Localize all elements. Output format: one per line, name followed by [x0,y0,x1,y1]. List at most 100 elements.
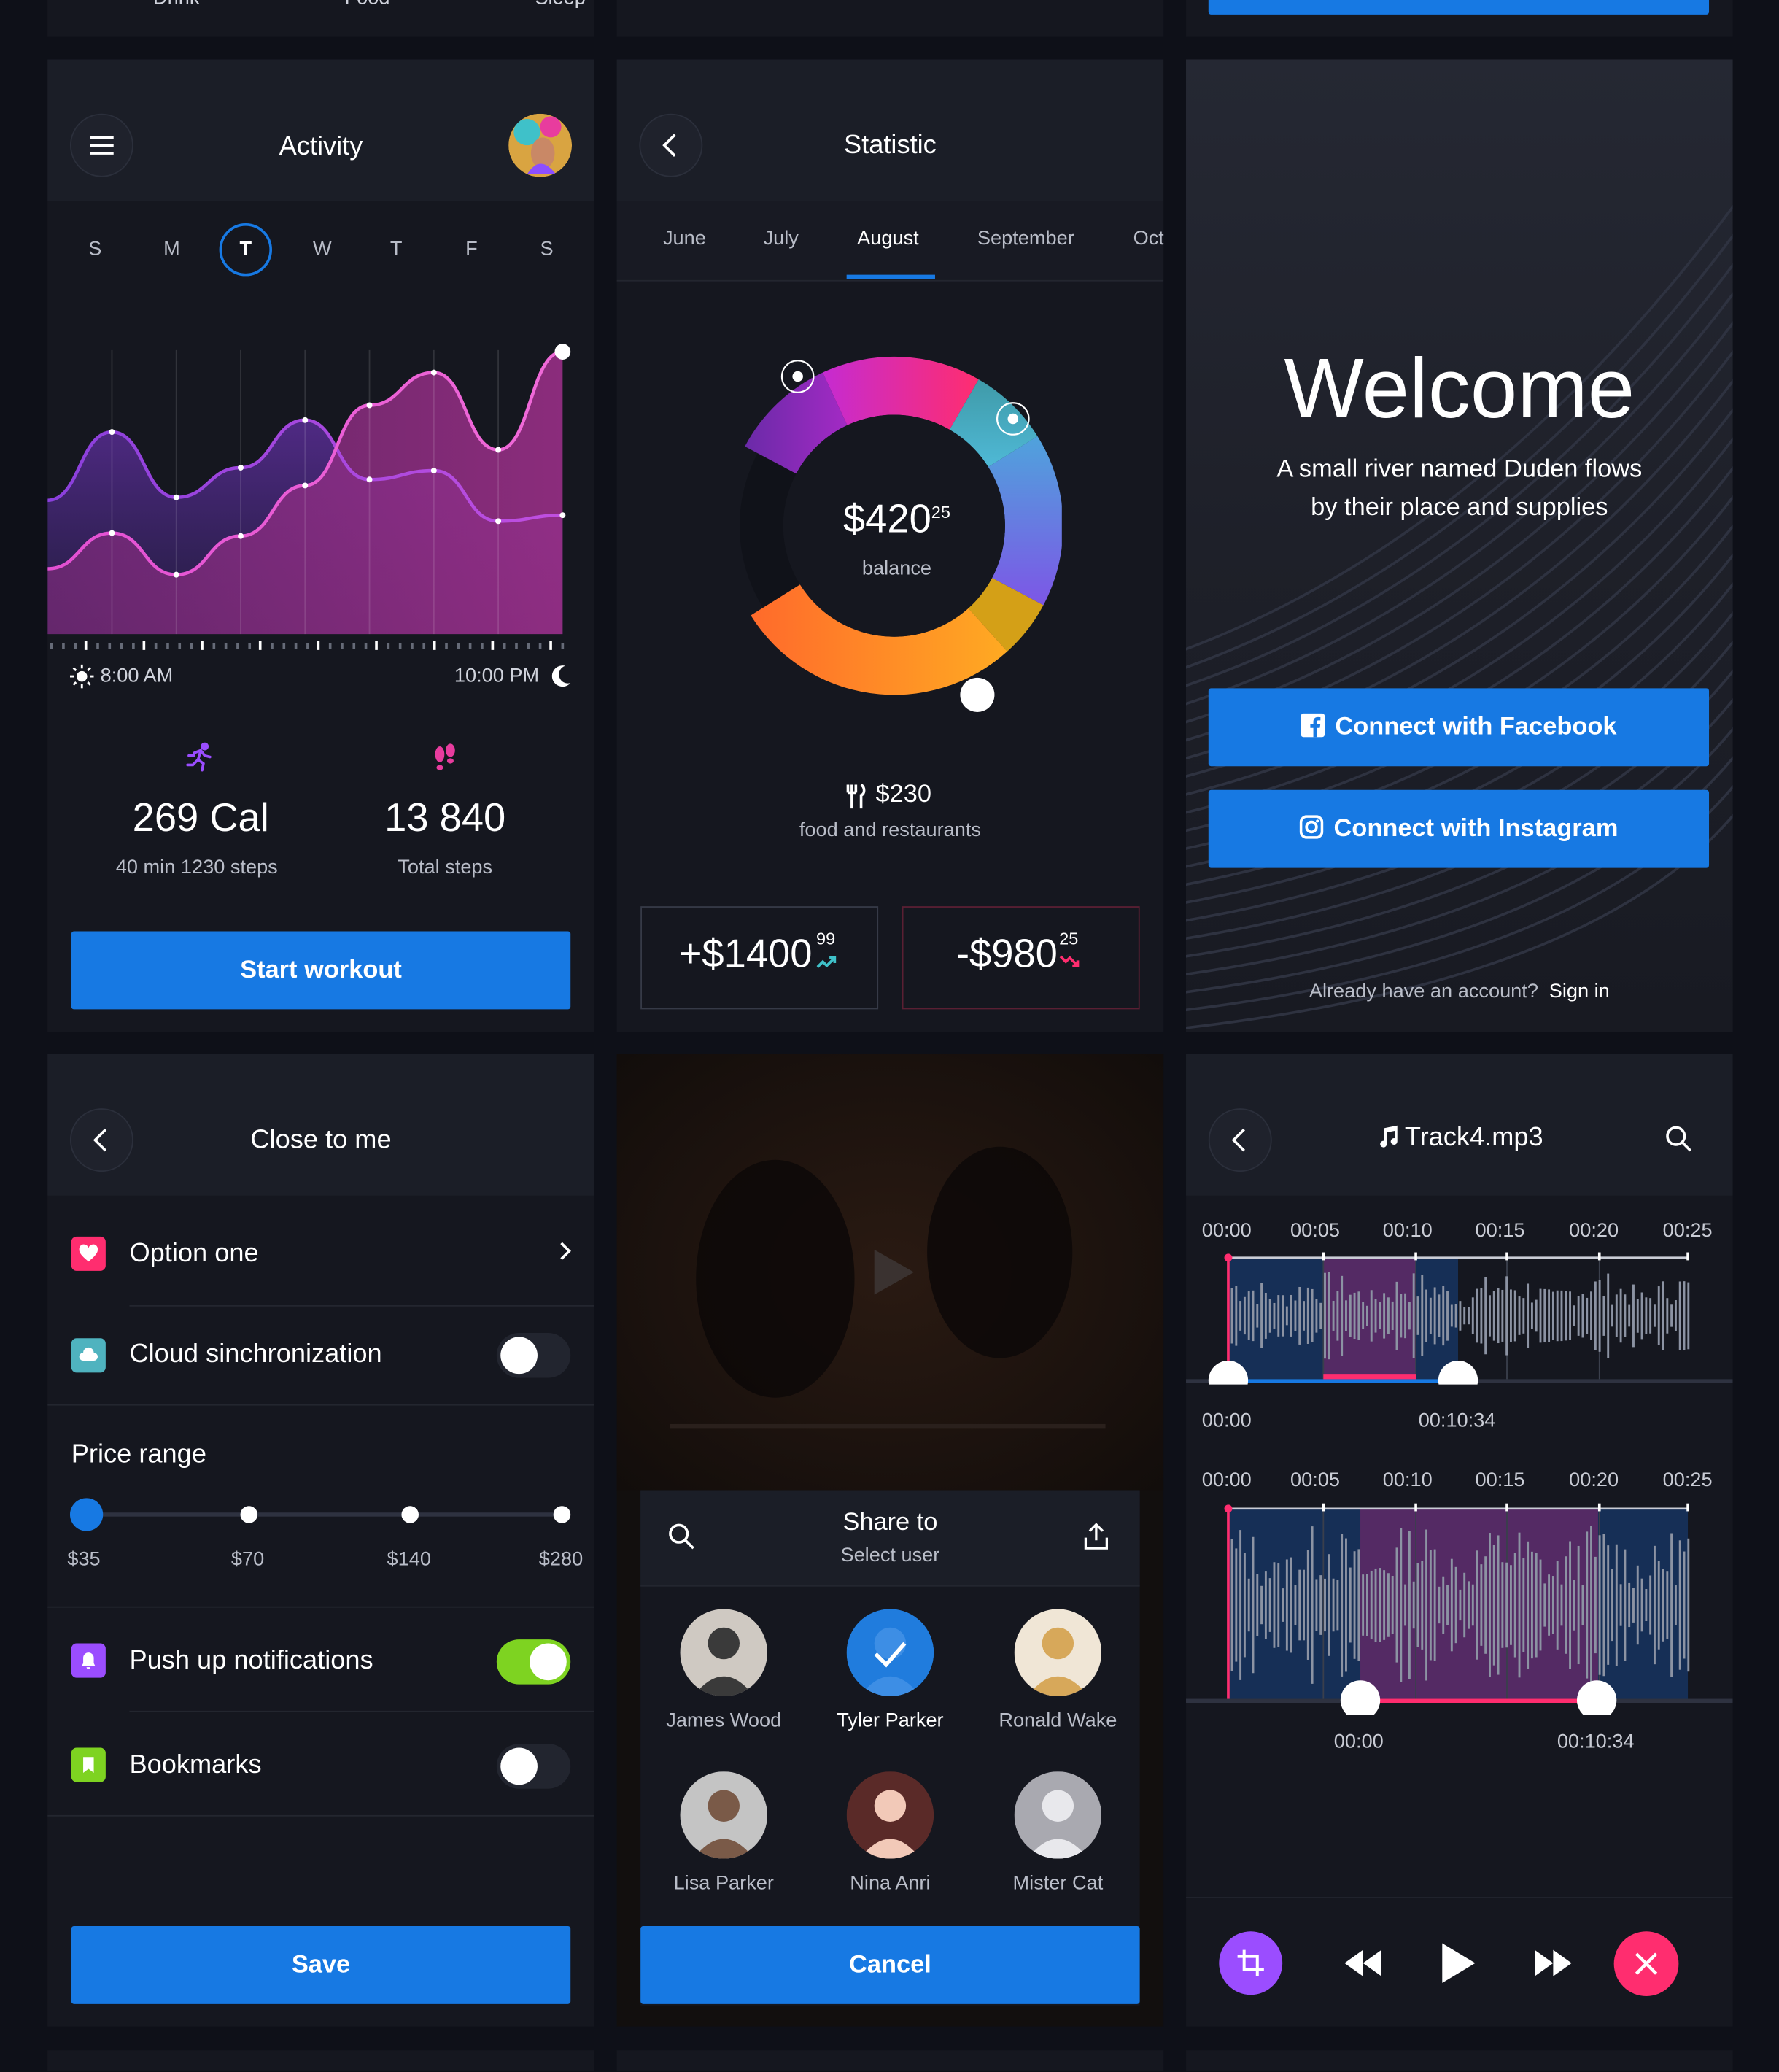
price-tick-280[interactable] [553,1506,571,1523]
waveform-bar [1489,1295,1491,1337]
top-blue-button[interactable] [1208,0,1710,15]
data-point[interactable] [554,344,571,360]
waveform-bar [1383,1570,1386,1640]
fork-knife-icon [846,784,866,809]
waveform-bar [1311,1526,1314,1684]
waveform-bar [1230,1288,1233,1344]
start-workout-button[interactable]: Start workout [71,931,571,1010]
user-avatar[interactable] [846,1771,934,1859]
waveform-bar [1636,1565,1639,1645]
cancel-button[interactable]: Cancel [640,1926,1140,2004]
waveform-bar [1573,1580,1575,1631]
time-tick [247,643,251,649]
waveform-bar [1624,1294,1627,1337]
waveform-bar [1471,1584,1474,1626]
waveform-bar [1527,1541,1530,1669]
waveform-bar [1577,1296,1580,1336]
donut-handle-3[interactable] [960,677,995,712]
footprints-icon [435,743,455,770]
day-1[interactable]: M [145,223,198,276]
day-0[interactable]: S [69,223,121,276]
push-notifications-toggle[interactable] [496,1639,571,1685]
time-tick [271,643,274,649]
crop-button[interactable] [1219,1931,1283,1995]
search-icon[interactable] [1664,1124,1693,1153]
user-avatar[interactable] [846,1609,934,1696]
day-4[interactable]: T [370,223,422,276]
waveform-bar [1590,1526,1592,1685]
waveform-bar [1556,1290,1559,1342]
tab-september[interactable]: September [977,227,1074,250]
day-3[interactable]: W [296,223,349,276]
user-avatar[interactable] [680,1609,768,1696]
time-tick [50,643,53,649]
close-button[interactable] [1613,1931,1679,1996]
tab-drink[interactable]: Drink [153,0,199,9]
share-icon[interactable] [1082,1522,1111,1551]
chevron-right-icon[interactable] [556,1239,574,1263]
option-one-label[interactable]: Option one [129,1239,258,1269]
tab-food[interactable]: Food [345,0,390,9]
tab-sleep[interactable]: Sleep [535,0,585,9]
waveform-bar [1615,1544,1618,1666]
facebook-button[interactable]: Connect with Facebook [1208,688,1710,767]
tab-october[interactable]: Octo [1133,227,1164,250]
waveform-bar [1395,1281,1398,1350]
tab-july[interactable]: July [764,227,799,250]
calories-label: 40 min 1230 steps [115,856,278,879]
data-point [495,518,502,525]
cloud-sync-toggle[interactable] [496,1332,571,1378]
time-tick [468,643,472,649]
price-tick-70[interactable] [240,1506,258,1523]
time-end: 10:00 PM [454,664,540,687]
bookmarks-toggle[interactable] [496,1744,571,1789]
ruler-tick [1686,1503,1689,1512]
income-box[interactable]: +$1400 99 [640,906,879,1010]
waveform-bar [1433,1287,1436,1345]
waveform-bar [1670,1304,1673,1327]
tab-june[interactable]: June [663,227,706,250]
waveform-bar [1303,1301,1305,1331]
user-avatar[interactable] [680,1771,768,1859]
user-avatar[interactable] [1014,1609,1102,1696]
balance-label: balance [861,557,932,580]
expense-value: -$980 [956,932,1058,977]
price-slider-handle[interactable] [69,1498,104,1531]
fast-forward-icon[interactable] [1532,1946,1574,1980]
save-button[interactable]: Save [71,1926,571,2004]
time-tick [166,643,169,649]
waveform-bar [1282,1588,1284,1622]
time-tick [294,643,298,649]
day-6[interactable]: S [520,223,573,276]
time-tick [515,643,518,649]
waveform-bar [1611,1569,1613,1642]
waveform-bar [1412,1581,1415,1629]
expense-box[interactable]: -$980 25 [902,906,1140,1010]
time-tick [96,643,100,649]
day-5[interactable]: F [445,223,497,276]
sign-in-link[interactable]: Sign in [1549,981,1610,1003]
rewind-icon[interactable] [1342,1946,1384,1980]
waveform-1[interactable] [1186,1252,1733,1385]
price-slider-track[interactable] [87,1512,563,1517]
waveform-bar [1539,1559,1542,1651]
day-2[interactable]: T [219,223,273,277]
waveform-bar [1687,1538,1690,1672]
waveform-bar [1640,1578,1643,1632]
instagram-button[interactable]: Connect with Instagram [1208,789,1710,868]
user-name: Lisa Parker [673,1871,774,1895]
waveform-2[interactable] [1186,1503,1733,1715]
waveform-bar [1260,1585,1263,1625]
price-tick-140[interactable] [401,1506,419,1523]
time-tick [178,643,181,649]
waveform-bar [1556,1561,1559,1650]
user-name: Tyler Parker [837,1709,944,1732]
play-icon[interactable] [1440,1942,1477,1984]
avatar[interactable] [508,113,573,177]
time-tick [398,643,402,649]
tab-august[interactable]: August [857,227,919,250]
waveform-bar [1645,1297,1648,1334]
waveform-bar [1471,1297,1474,1334]
user-avatar[interactable] [1014,1771,1102,1859]
waveform-bar [1247,1578,1250,1632]
